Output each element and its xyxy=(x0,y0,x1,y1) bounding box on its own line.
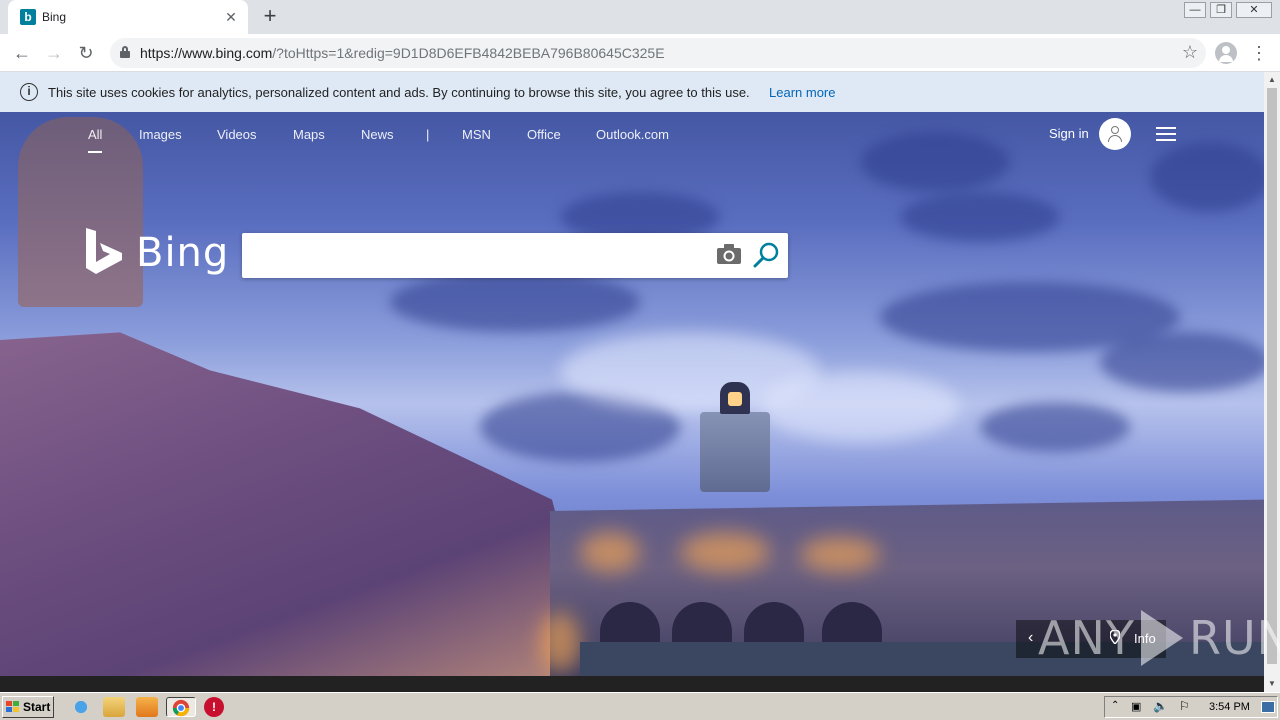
profile-avatar-icon[interactable] xyxy=(1215,42,1237,64)
search-icon[interactable] xyxy=(752,241,780,269)
media-player-icon[interactable] xyxy=(136,697,158,717)
nav-images[interactable]: Images xyxy=(139,127,182,142)
camera-icon[interactable] xyxy=(716,243,742,265)
tab-close-icon[interactable]: ✕ xyxy=(222,8,240,26)
browser-toolbar: ← → ↻ https://www.bing.com/?toHttps=1&re… xyxy=(0,34,1280,72)
nav-office[interactable]: Office xyxy=(527,127,561,142)
cookie-banner: i This site uses cookies for analytics, … xyxy=(0,72,1264,112)
cookie-message: This site uses cookies for analytics, pe… xyxy=(48,85,750,100)
windows-flag-icon xyxy=(6,701,20,713)
chrome-taskbar-icon[interactable] xyxy=(166,697,196,717)
info-icon: i xyxy=(20,83,38,101)
search-input[interactable] xyxy=(254,243,694,267)
chevron-left-icon[interactable]: ‹ xyxy=(1028,629,1033,647)
url-text[interactable]: https://www.bing.com/?toHttps=1&redig=9D… xyxy=(140,45,665,61)
close-window-icon[interactable]: ✕ xyxy=(1236,2,1272,18)
play-icon xyxy=(1140,610,1183,666)
nav-separator: | xyxy=(426,127,430,142)
nav-active-indicator xyxy=(88,151,102,153)
bing-b-logo-icon xyxy=(86,228,122,274)
nav-maps[interactable]: Maps xyxy=(293,127,325,142)
url-host: https://www.bing.com xyxy=(140,45,273,61)
sign-in-link[interactable]: Sign in xyxy=(1049,126,1089,141)
hamburger-menu-icon[interactable] xyxy=(1156,127,1176,141)
internet-explorer-icon[interactable] xyxy=(70,697,92,717)
minimize-window-icon[interactable]: — xyxy=(1184,2,1206,18)
fortress-wall xyxy=(0,332,600,676)
address-bar[interactable]: https://www.bing.com/?toHttps=1&redig=9D… xyxy=(110,38,1206,68)
page-scrollbar[interactable]: ▲ ▼ xyxy=(1264,72,1280,692)
tray-expand-icon[interactable]: ⌃ xyxy=(1111,700,1119,711)
forward-icon[interactable]: → xyxy=(42,41,66,65)
clock[interactable]: 3:54 PM xyxy=(1209,701,1250,713)
volume-icon[interactable]: 🔈 xyxy=(1153,699,1168,713)
nav-outlook[interactable]: Outlook.com xyxy=(596,127,669,142)
lighthouse xyxy=(700,382,770,492)
bing-wordmark: Bing xyxy=(136,230,230,276)
nav-msn[interactable]: MSN xyxy=(462,127,491,142)
new-tab-button[interactable]: + xyxy=(258,4,282,28)
user-avatar-icon[interactable] xyxy=(1099,118,1131,150)
browser-menu-icon[interactable]: ⋮ xyxy=(1250,42,1268,64)
file-explorer-icon[interactable] xyxy=(103,697,125,717)
start-label: Start xyxy=(23,700,51,714)
scrollbar-thumb[interactable] xyxy=(1267,88,1277,664)
watermark-left: ANY xyxy=(1038,611,1135,665)
back-icon[interactable]: ← xyxy=(10,41,34,65)
tab-bing[interactable]: b Bing ✕ xyxy=(8,0,248,34)
page-footer-strip xyxy=(0,676,1264,692)
bing-background-image xyxy=(0,72,1264,676)
nav-all[interactable]: All xyxy=(88,127,102,142)
windows-taskbar: Start ! ⌃ ▣ 🔈 ⚐ 3:54 PM xyxy=(0,692,1280,720)
scroll-up-icon[interactable]: ▲ xyxy=(1264,72,1280,88)
bookmark-star-icon[interactable]: ☆ xyxy=(1182,42,1198,63)
nav-news[interactable]: News xyxy=(361,127,394,142)
network-icon[interactable]: ▣ xyxy=(1131,700,1141,713)
scroll-down-icon[interactable]: ▼ xyxy=(1264,676,1280,692)
restore-window-icon[interactable]: ❐ xyxy=(1210,2,1232,18)
tab-strip: b Bing ✕ + — ❐ ✕ xyxy=(0,0,1280,34)
watermark-right: RUN xyxy=(1188,611,1280,665)
nav-videos[interactable]: Videos xyxy=(217,127,257,142)
bing-logo[interactable]: Bing xyxy=(82,226,228,278)
start-button[interactable]: Start xyxy=(2,696,54,718)
search-box xyxy=(242,233,788,278)
action-center-flag-icon[interactable]: ⚐ xyxy=(1179,699,1190,713)
show-desktop-icon[interactable] xyxy=(1261,701,1275,713)
sentry-turret xyxy=(18,117,143,307)
url-path: /?toHttps=1&redig=9D1D8D6EFB4842BEBA796B… xyxy=(272,45,665,61)
reload-icon[interactable]: ↻ xyxy=(74,41,98,65)
bing-favicon-icon: b xyxy=(20,9,36,25)
system-tray: ⌃ ▣ 🔈 ⚐ 3:54 PM xyxy=(1104,696,1278,718)
tab-title: Bing xyxy=(42,10,67,24)
lock-icon xyxy=(120,46,130,58)
opera-icon[interactable]: ! xyxy=(204,697,224,717)
learn-more-link[interactable]: Learn more xyxy=(769,85,835,100)
anyrun-watermark: ANY RUN xyxy=(1038,610,1280,666)
